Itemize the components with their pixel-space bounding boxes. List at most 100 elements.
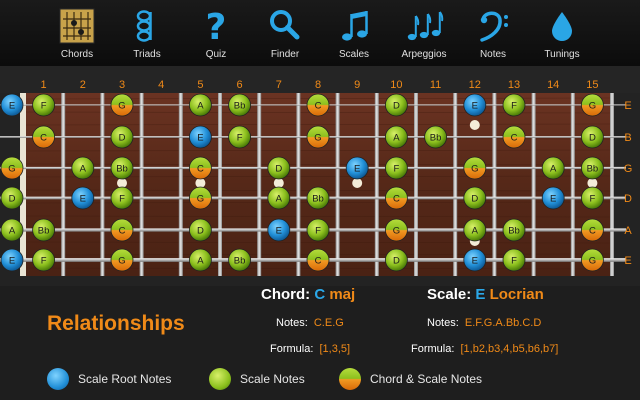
note-marker-scale[interactable]: Bb [110,156,134,180]
note-marker-root[interactable]: E [463,93,487,117]
note-marker-scale[interactable]: Bb [228,248,252,272]
note-label: E [472,101,478,112]
note-marker-scale[interactable]: F [384,156,408,180]
note-marker-scale[interactable]: F [32,93,55,117]
note-marker-scale[interactable]: A [384,125,408,149]
note-marker-chord[interactable]: G [110,93,134,117]
toolbar-quiz-button[interactable]: ? Quiz [184,0,248,66]
note-marker-chord[interactable]: C [32,125,55,149]
note-marker-scale[interactable]: A [0,218,24,242]
note-marker-scale[interactable]: A [71,156,95,180]
fret-wire [335,93,340,276]
toolbar-finder-button[interactable]: Finder [253,0,317,66]
note-marker-root[interactable]: E [267,218,291,242]
note-marker-scale[interactable]: D [0,186,24,210]
fretboard-area: 1 2 3 4 5 6 7 8 9 10 11 12 13 14 15 E B G D A E E G D A E F G A Bb C D E… [0,66,640,286]
note-marker-scale[interactable]: A [267,186,291,210]
fret-wire [374,93,379,276]
note-marker-scale[interactable]: D [384,93,408,117]
note-marker-scale[interactable]: D [110,125,134,149]
note-marker-chord[interactable]: C [306,248,330,272]
toolbar-tunings-button[interactable]: Tunings [530,0,594,66]
note-label: F [237,133,243,144]
note-marker-scale[interactable]: F [502,93,526,117]
toolbar-notes-button[interactable]: Notes [461,0,525,66]
note-marker-scale[interactable]: F [110,186,134,210]
note-marker-chord[interactable]: G [0,156,24,180]
note-label: G [471,164,478,175]
note-marker-scale[interactable]: D [267,156,291,180]
inlay-dot [195,178,206,188]
note-marker-scale[interactable]: F [502,248,526,272]
note-marker-chord[interactable]: G [384,218,408,242]
legend-root-dot-icon [47,368,69,390]
note-marker-scale[interactable]: F [306,218,330,242]
note-marker-scale[interactable]: A [188,248,212,272]
note-marker-scale[interactable]: D [188,218,212,242]
note-marker-scale[interactable]: Bb [306,186,330,210]
note-label: D [275,164,282,175]
note-label: D [393,101,400,112]
note-marker-scale[interactable]: Bb [32,218,55,242]
note-marker-scale[interactable]: F [228,125,252,149]
inlay-dot [352,178,363,188]
note-marker-root[interactable]: E [0,248,24,272]
note-marker-scale[interactable]: A [188,93,212,117]
note-marker-scale[interactable]: D [581,125,604,149]
chord-notes-label: Notes: [276,317,308,329]
fret-number: 15 [586,79,598,91]
note-marker-scale[interactable]: D [463,186,487,210]
note-marker-scale[interactable]: F [581,186,604,210]
note-marker-root[interactable]: E [463,248,487,272]
note-marker-chord[interactable]: C [384,186,408,210]
note-label: C [393,194,400,205]
note-label: D [393,256,400,267]
toolbar-arpeggios-button[interactable]: Arpeggios [392,0,456,66]
note-marker-root[interactable]: E [541,186,565,210]
toolbar-label: Quiz [205,49,227,60]
toolbar-scales-button[interactable]: Scales [322,0,386,66]
note-label: Bb [234,101,246,112]
note-marker-chord[interactable]: G [463,156,487,180]
fret-wire [139,93,144,276]
note-marker-scale[interactable]: A [541,156,565,180]
toolbar-chords-button[interactable]: Chords [45,0,109,66]
note-marker-chord[interactable]: C [306,93,330,117]
note-marker-scale[interactable]: F [32,248,55,272]
scale-root: E [475,286,486,303]
note-label: Bb [430,133,442,144]
fret-number: 9 [354,79,360,91]
note-marker-scale[interactable]: D [384,248,408,272]
note-marker-root[interactable]: E [188,125,212,149]
chord-notes: C.E.G [313,317,344,329]
note-marker-chord[interactable]: C [581,218,604,242]
question-mark-icon: ? [184,6,248,48]
note-marker-chord[interactable]: G [306,125,330,149]
inlay-dot [469,120,480,130]
note-label: A [276,194,283,205]
note-marker-scale[interactable]: Bb [424,125,448,149]
note-marker-chord[interactable]: G [110,248,134,272]
fret-number: 12 [469,79,481,91]
note-marker-scale[interactable]: Bb [581,156,604,180]
fret-wire [492,93,497,276]
note-label: F [393,164,399,175]
note-marker-scale[interactable]: Bb [228,93,252,117]
note-marker-chord[interactable]: G [581,93,604,117]
note-marker-scale[interactable]: A [463,218,487,242]
triple-notes-icon [392,6,456,46]
note-marker-root[interactable]: E [0,93,24,117]
note-label: D [197,226,204,237]
note-marker-root[interactable]: E [71,186,95,210]
note-marker-chord[interactable]: G [581,248,604,272]
note-marker-root[interactable]: E [345,156,369,180]
note-marker-chord[interactable]: G [188,186,212,210]
string-label: E [624,255,631,267]
note-marker-scale[interactable]: Bb [502,218,526,242]
note-marker-chord[interactable]: C [110,218,134,242]
relationships-title: Relationships [47,312,185,335]
note-marker-chord[interactable]: C [502,125,526,149]
scale-heading-label: Scale: [427,286,472,303]
note-marker-chord[interactable]: C [188,156,212,180]
toolbar-triads-button[interactable]: Triads [115,0,179,66]
